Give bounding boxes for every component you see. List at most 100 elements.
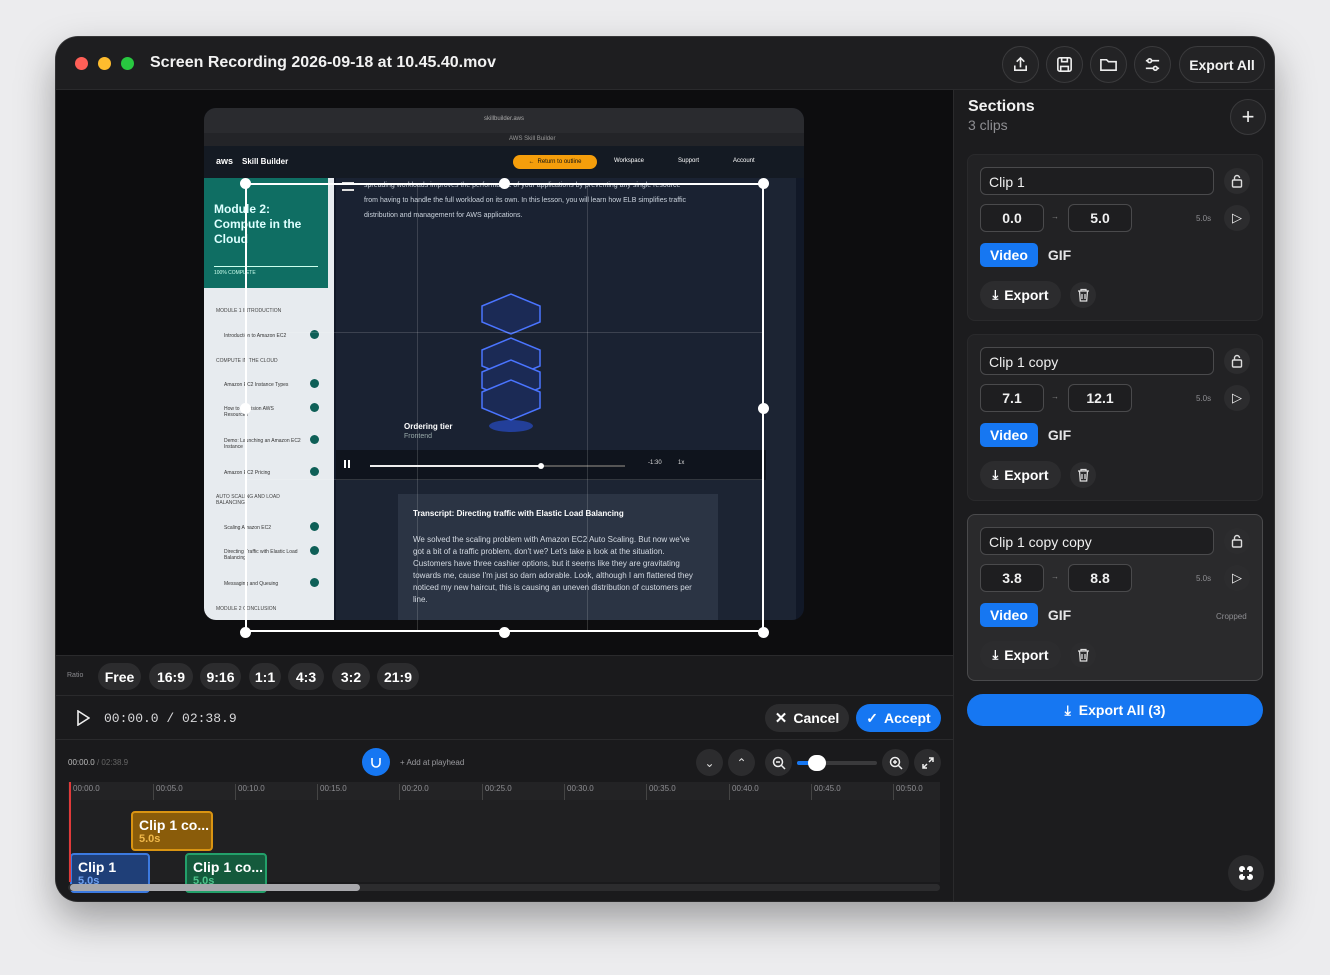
lock-icon <box>1231 174 1243 188</box>
settings-button[interactable] <box>1134 46 1171 83</box>
timeline-scrollbar[interactable] <box>68 884 940 891</box>
clip-duration: 5.0s <box>1196 214 1212 223</box>
site-header: aws Skill Builder ← Return to outline Wor… <box>204 146 804 178</box>
ratio-21-9[interactable]: 21:9 <box>377 663 419 690</box>
play-icon[interactable] <box>76 710 90 726</box>
ratio-16-9[interactable]: 16:9 <box>149 663 193 690</box>
magnet-button[interactable] <box>362 748 390 776</box>
trash-icon <box>1077 468 1089 482</box>
nav-support[interactable]: Support <box>678 158 699 164</box>
ruler-tick: 00:35.0 <box>646 784 676 800</box>
ratio-label: Ratio <box>67 672 84 679</box>
zoom-out-button[interactable] <box>765 749 792 776</box>
save-button[interactable] <box>1046 46 1083 83</box>
video-option[interactable]: Video <box>980 423 1038 447</box>
accept-button[interactable]: ✓ Accept <box>856 704 941 732</box>
clip-card-selected: Clip 1 copy copy 3.8 → 8.8 5.0s ▷ Video … <box>967 514 1263 681</box>
export-clip-button[interactable]: ⤓ Export <box>980 641 1061 669</box>
play-clip-button[interactable]: ▷ <box>1224 205 1250 231</box>
end-field[interactable]: 12.1 <box>1068 384 1132 412</box>
video-option[interactable]: Video <box>980 243 1038 267</box>
lock-button[interactable] <box>1224 528 1250 554</box>
download-icon: ⤓ <box>992 647 999 662</box>
close-window-button[interactable] <box>75 57 88 70</box>
clip-name-field[interactable]: Clip 1 copy copy <box>980 527 1214 555</box>
video-preview: skillbuilder.aws AWS Skill Builder aws S… <box>56 90 953 655</box>
ratio-3-2[interactable]: 3:2 <box>332 663 370 690</box>
ratio-free[interactable]: Free <box>98 663 141 690</box>
expand-button[interactable]: ⌃ <box>728 749 755 776</box>
trash-icon <box>1077 288 1089 302</box>
crop-handle-tl[interactable] <box>240 178 251 189</box>
return-button[interactable]: ← Return to outline <box>513 155 597 169</box>
ratio-4-3[interactable]: 4:3 <box>288 663 324 690</box>
clip-name-field[interactable]: Clip 1 <box>980 167 1214 195</box>
export-all-label: Export All (3) <box>1078 702 1166 718</box>
format-toggle: Video GIF <box>980 423 1081 449</box>
zoom-slider[interactable] <box>797 755 877 771</box>
start-field[interactable]: 3.8 <box>980 564 1044 592</box>
crop-handle-bl[interactable] <box>240 627 251 638</box>
gif-option[interactable]: GIF <box>1038 603 1081 627</box>
start-field[interactable]: 7.1 <box>980 384 1044 412</box>
play-clip-button[interactable]: ▷ <box>1224 385 1250 411</box>
export-all-button[interactable]: ⤓ Export All (3) <box>967 694 1263 726</box>
play-icon: ▷ <box>1232 570 1242 585</box>
ratio-1-1[interactable]: 1:1 <box>249 663 281 690</box>
crop-handle-br[interactable] <box>758 627 769 638</box>
crop-handle-tr[interactable] <box>758 178 769 189</box>
magnet-icon <box>371 758 381 768</box>
open-folder-button[interactable] <box>1090 46 1127 83</box>
lock-icon <box>1231 534 1243 548</box>
minimize-window-button[interactable] <box>98 57 111 70</box>
nav-workspace[interactable]: Workspace <box>614 158 644 164</box>
clip-duration: 5.0s <box>1196 394 1212 403</box>
crop-box[interactable] <box>245 183 764 632</box>
start-field[interactable]: 0.0 <box>980 204 1044 232</box>
clip-duration: 5.0s <box>1196 574 1212 583</box>
delete-clip-button[interactable] <box>1070 282 1096 308</box>
crop-handle-l[interactable] <box>240 403 251 414</box>
crop-handle-r[interactable] <box>758 403 769 414</box>
zoom-window-button[interactable] <box>121 57 134 70</box>
end-field[interactable]: 5.0 <box>1068 204 1132 232</box>
close-icon: ✕ <box>774 710 788 727</box>
timeline-ruler: 00:00.0 00:05.0 00:10.0 00:15.0 00:20.0 … <box>68 782 940 800</box>
lock-button[interactable] <box>1224 168 1250 194</box>
sections-panel: Sections 3 clips + Clip 1 0.0 → 5.0 5.0s… <box>953 90 1274 901</box>
scroll-thumb[interactable] <box>70 884 360 891</box>
export-clip-button[interactable]: ⤓ Export <box>980 461 1061 489</box>
arrow-right-icon: → <box>1051 572 1059 581</box>
export-label: Export <box>1004 467 1049 483</box>
gif-option[interactable]: GIF <box>1038 423 1081 447</box>
nav-account[interactable]: Account <box>733 158 755 164</box>
zoom-in-button[interactable] <box>882 749 909 776</box>
gif-option[interactable]: GIF <box>1038 243 1081 267</box>
lock-button[interactable] <box>1224 348 1250 374</box>
ratio-9-16[interactable]: 9:16 <box>200 663 241 690</box>
playhead[interactable] <box>69 782 71 882</box>
fullscreen-button[interactable] <box>914 749 941 776</box>
crop-handle-t[interactable] <box>499 178 510 189</box>
export-all-top-button[interactable]: Export All <box>1179 46 1265 83</box>
clip-name-field[interactable]: Clip 1 copy <box>980 347 1214 375</box>
cancel-button[interactable]: ✕ Cancel <box>765 704 849 732</box>
help-button[interactable] <box>1228 855 1264 891</box>
lock-icon <box>1231 354 1243 368</box>
delete-clip-button[interactable] <box>1070 642 1096 668</box>
arrow-right-icon: → <box>1051 392 1059 401</box>
collapse-button[interactable]: ⌄ <box>696 749 723 776</box>
play-clip-button[interactable]: ▷ <box>1224 565 1250 591</box>
timeline-clip[interactable]: Clip 1 co... 5.0s <box>131 811 213 851</box>
add-at-playhead[interactable]: + Add at playhead <box>400 758 464 767</box>
zoom-knob[interactable] <box>808 755 826 771</box>
crop-handle-b[interactable] <box>499 627 510 638</box>
format-toggle: Video GIF <box>980 603 1081 629</box>
add-section-button[interactable]: + <box>1230 99 1266 135</box>
ratio-bar: Ratio Free 16:9 9:16 1:1 4:3 3:2 21:9 <box>56 655 953 695</box>
end-field[interactable]: 8.8 <box>1068 564 1132 592</box>
delete-clip-button[interactable] <box>1070 462 1096 488</box>
export-clip-button[interactable]: ⤓ Export <box>980 281 1061 309</box>
video-option[interactable]: Video <box>980 603 1038 627</box>
share-button[interactable] <box>1002 46 1039 83</box>
